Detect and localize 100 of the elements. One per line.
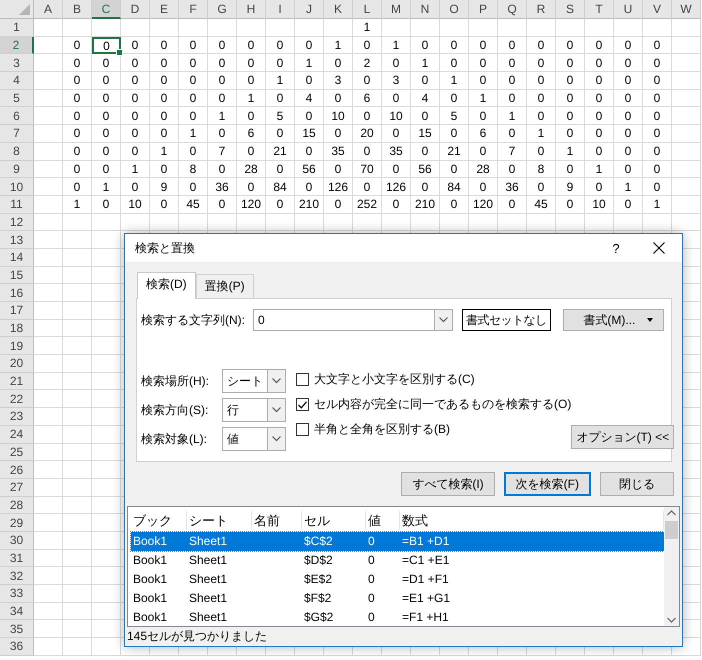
cell[interactable]: 0 [411,72,440,90]
cell[interactable]: 0 [63,90,92,108]
column-header[interactable]: R [527,0,556,19]
empty-cell[interactable] [440,19,469,37]
empty-cell[interactable] [121,214,150,232]
empty-cell[interactable] [672,54,701,72]
cell[interactable]: 0 [63,160,92,178]
empty-cell[interactable] [498,19,527,37]
cell[interactable]: 4 [411,90,440,108]
scrollbar[interactable] [664,507,679,626]
empty-cell[interactable] [92,390,121,408]
cell[interactable]: 35 [382,142,411,160]
cell[interactable]: 0 [556,72,585,90]
empty-cell[interactable] [643,19,672,37]
empty-cell[interactable] [63,638,92,656]
empty-cell[interactable] [92,496,121,514]
cell[interactable]: 3 [324,72,353,90]
result-row[interactable]: Book1 Sheet1 $E$2 0 =D1 +F1 [131,570,664,589]
cell[interactable]: 0 [353,36,382,54]
empty-cell[interactable] [63,532,92,550]
cell[interactable]: 0 [440,196,469,214]
empty-cell[interactable] [672,142,701,160]
cell[interactable]: 0 [643,90,672,108]
cell[interactable]: 0 [353,178,382,196]
cell[interactable]: 0 [208,36,237,54]
column-header[interactable]: シート [187,511,252,530]
empty-cell[interactable] [63,444,92,462]
empty-cell[interactable] [353,214,382,232]
cell[interactable]: 0 [121,72,150,90]
result-row[interactable]: Book1 Sheet1 $F$2 0 =E1 +G1 [131,588,664,608]
result-row[interactable]: Book1 Sheet1 $D$2 0 =C1 +E1 [131,550,664,570]
cell[interactable]: 0 [266,54,295,72]
cell[interactable]: 20 [353,125,382,143]
cell[interactable]: 0 [150,160,179,178]
empty-cell[interactable] [179,214,208,232]
cell[interactable]: 0 [266,160,295,178]
cell[interactable]: 120 [237,196,266,214]
row-header[interactable]: 31 [0,550,34,568]
cell[interactable]: 0 [527,36,556,54]
empty-cell[interactable] [63,461,92,479]
cell[interactable]: 7 [208,142,237,160]
row-header[interactable]: 8 [0,142,34,160]
cell[interactable]: 0 [643,72,672,90]
empty-cell[interactable] [382,19,411,37]
row-header[interactable]: 11 [0,196,34,214]
row-header[interactable]: 36 [0,638,34,656]
row-header[interactable]: 5 [0,90,34,108]
cell[interactable]: 0 [179,178,208,196]
row-header[interactable]: 2 [0,36,34,54]
cell[interactable]: 0 [295,142,324,160]
column-header[interactable]: F [179,0,208,19]
row-header[interactable]: 20 [0,355,34,373]
scrollbar-thumb[interactable] [665,521,678,540]
cell[interactable]: 0 [556,125,585,143]
result-row[interactable]: Book1 Sheet1 $G$2 0 =F1 +H1 [131,607,664,626]
cell[interactable]: 0 [92,54,121,72]
empty-cell[interactable] [643,214,672,232]
cell[interactable]: 0 [585,125,614,143]
cell[interactable]: 1 [121,160,150,178]
cell[interactable]: 0 [556,107,585,126]
cell[interactable]: 0 [92,36,121,54]
cell[interactable]: 0 [498,196,527,214]
cell[interactable]: 0 [237,142,266,160]
cell[interactable]: 0 [411,36,440,54]
cell[interactable]: 9 [150,178,179,196]
cell[interactable]: 0 [121,142,150,160]
cell[interactable]: 0 [324,125,353,143]
cell[interactable]: 0 [63,125,92,143]
cell[interactable]: 7 [498,142,527,160]
cell[interactable]: 0 [63,72,92,90]
cell[interactable]: 210 [411,196,440,214]
cell[interactable]: 0 [353,142,382,160]
cell[interactable]: 1 [527,125,556,143]
cell[interactable]: 1 [556,142,585,160]
cell[interactable]: 0 [324,160,353,178]
cell[interactable]: 1 [63,196,92,214]
cell[interactable]: 10 [324,107,353,126]
empty-cell[interactable] [63,496,92,514]
column-header[interactable]: 値 [366,511,400,530]
close-icon[interactable] [653,242,665,254]
cell[interactable]: 36 [208,178,237,196]
empty-cell[interactable] [63,514,92,532]
cell[interactable]: 0 [585,178,614,196]
cell[interactable]: 126 [324,178,353,196]
cell[interactable]: 0 [556,54,585,72]
empty-cell[interactable] [92,302,121,320]
cell[interactable]: 0 [614,90,643,108]
empty-cell[interactable] [498,214,527,232]
checkbox[interactable] [296,423,309,436]
cell[interactable]: 0 [92,125,121,143]
dropdown[interactable]: 値 [222,427,286,451]
column-header[interactable]: L [353,0,382,19]
cell[interactable]: 0 [63,107,92,126]
empty-cell[interactable] [63,567,92,585]
empty-cell[interactable] [295,19,324,37]
column-header[interactable]: K [324,0,353,19]
cell[interactable]: 1 [353,19,382,37]
empty-cell[interactable] [92,532,121,550]
row-header[interactable]: 32 [0,567,34,585]
cell[interactable]: 0 [295,72,324,90]
